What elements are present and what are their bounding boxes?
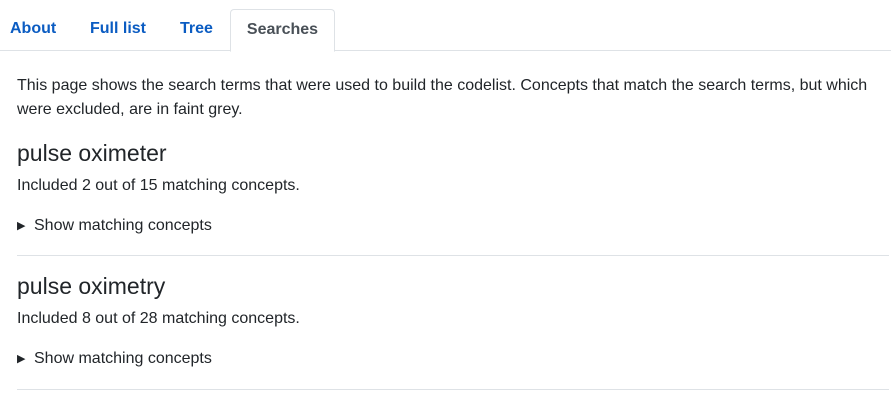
tab-about[interactable]: About [0,9,66,51]
search-term-heading: pulse oximeter [17,140,167,166]
match-summary: Included 8 out of 28 matching concepts. [17,310,300,327]
toggle-label: Show matching concepts [34,217,212,234]
triangle-right-icon: ▶ [17,353,26,365]
tab-full-list[interactable]: Full list [80,9,156,51]
tab-bar: About Full list Tree Searches [0,0,891,52]
toggle-label: Show matching concepts [34,350,212,367]
tab-searches[interactable]: Searches [230,9,335,52]
search-section: pulse oximetry Included 8 out of 28 matc… [17,270,889,390]
intro-text: This page shows the search terms that we… [17,77,868,118]
search-term-heading: pulse oximetry [17,273,166,299]
match-summary: Included 2 out of 15 matching concepts. [17,177,300,194]
search-section: pulse oximeter Included 2 out of 15 matc… [17,137,889,256]
show-matching-concepts-toggle[interactable]: ▶ Show matching concepts [17,348,212,370]
show-matching-concepts-toggle[interactable]: ▶ Show matching concepts [17,215,212,237]
page-intro-container: This page shows the search terms that we… [17,74,889,122]
tab-tree[interactable]: Tree [170,9,223,51]
triangle-right-icon: ▶ [17,220,26,232]
